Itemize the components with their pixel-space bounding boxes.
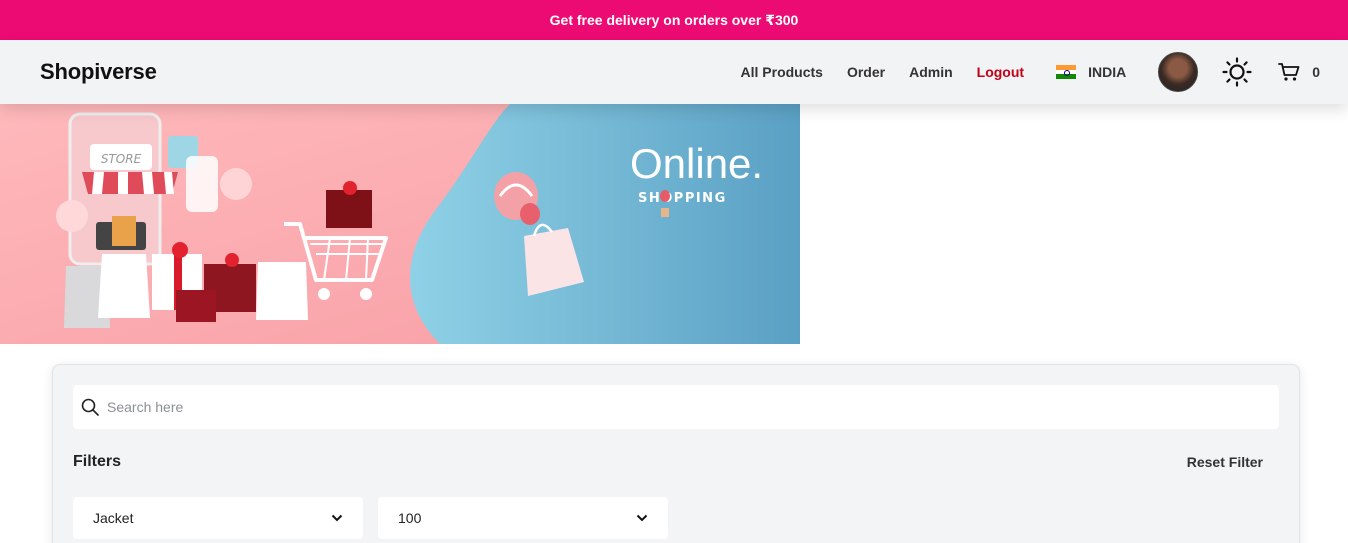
- india-flag-icon: [1056, 65, 1077, 80]
- cart-button[interactable]: 0: [1278, 62, 1320, 82]
- nav-order[interactable]: Order: [847, 64, 885, 80]
- category-select[interactable]: Jacket: [73, 497, 363, 539]
- filter-panel: Filters Reset Filter Jacket 100: [52, 364, 1300, 543]
- country-label: INDIA: [1088, 64, 1127, 80]
- nav-right: All Products Order Admin Logout INDIA 0: [741, 52, 1320, 92]
- search-bar[interactable]: [73, 385, 1279, 429]
- country-selector[interactable]: INDIA: [1056, 64, 1126, 80]
- banner-headline: Online.: [630, 140, 763, 187]
- navbar: Shopiverse All Products Order Admin Logo…: [0, 40, 1348, 104]
- nav-all-products[interactable]: All Products: [741, 64, 823, 80]
- price-selected-value: 100: [398, 510, 422, 526]
- filters-heading: Filters: [73, 453, 122, 470]
- nav-logout[interactable]: Logout: [977, 64, 1024, 80]
- search-icon: [81, 398, 99, 416]
- promo-text: Get free delivery on orders over ₹300: [549, 11, 799, 28]
- promo-bar: Get free delivery on orders over ₹300: [0, 0, 1348, 40]
- reset-filter-button[interactable]: Reset Filter: [1187, 454, 1263, 470]
- price-select[interactable]: 100: [378, 497, 668, 539]
- store-sign: STORE: [101, 152, 142, 166]
- banner-subline: SHOPPING: [638, 191, 727, 206]
- cart-count: 0: [1312, 64, 1320, 80]
- sun-icon: [1222, 57, 1252, 87]
- online-shopping-illustration: STORE Online. SHOPPING: [0, 104, 800, 344]
- chevron-down-icon: [636, 514, 648, 522]
- theme-toggle-button[interactable]: [1222, 57, 1252, 87]
- category-selected-value: Jacket: [93, 510, 134, 526]
- chevron-down-icon: [331, 514, 343, 522]
- cart-icon: [1278, 63, 1300, 81]
- hero-banner[interactable]: STORE Online. SHOPPING: [0, 104, 800, 344]
- search-input[interactable]: [107, 399, 1207, 415]
- brand-logo[interactable]: Shopiverse: [40, 59, 157, 85]
- nav-admin[interactable]: Admin: [909, 64, 953, 80]
- avatar[interactable]: [1158, 52, 1199, 92]
